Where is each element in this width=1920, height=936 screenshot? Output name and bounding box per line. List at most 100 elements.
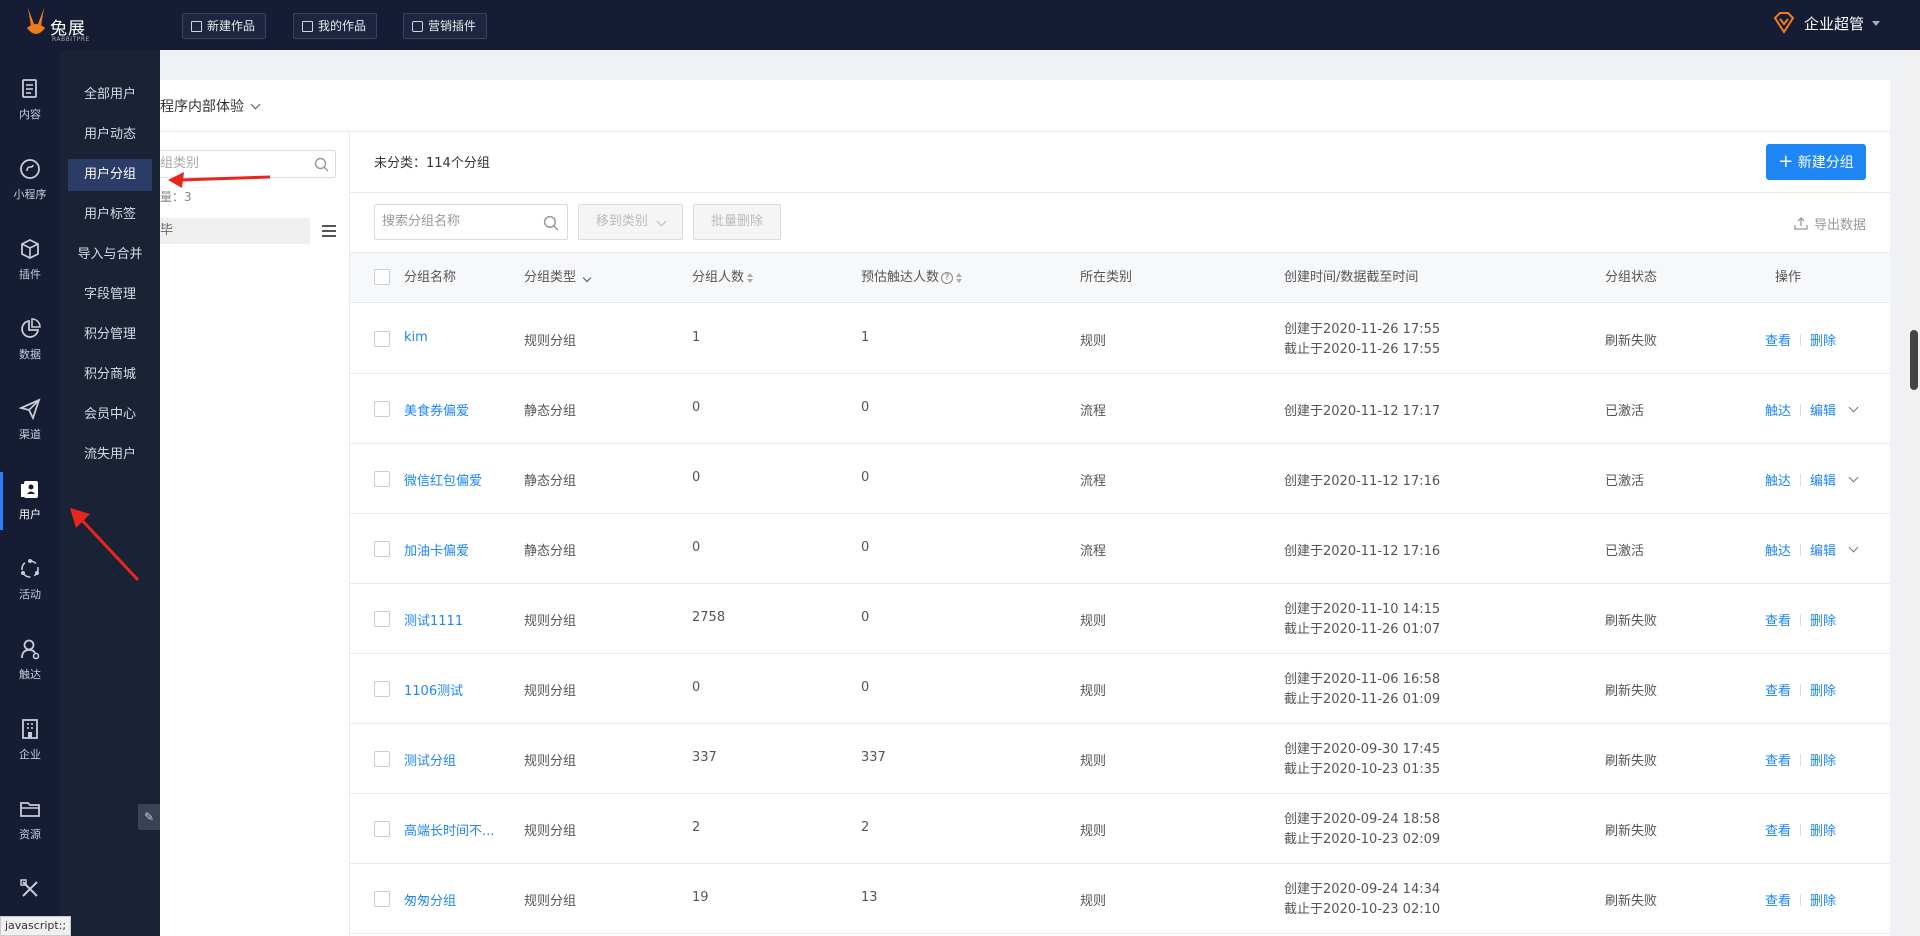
submenu-user-groups[interactable]: 用户分组 <box>68 159 152 191</box>
row-checkbox[interactable] <box>374 821 390 837</box>
view-link[interactable]: 查看 <box>1765 610 1791 629</box>
row-checkbox[interactable] <box>374 401 390 417</box>
view-link[interactable]: 查看 <box>1765 330 1791 349</box>
table-row: 测试1111 规则分组 2758 0 规则 创建于2020-11-10 14:1… <box>350 584 1890 654</box>
th-reach[interactable]: 预估触达人数? <box>861 253 963 303</box>
group-name-link[interactable]: 1106测试 <box>404 680 463 699</box>
group-time: 创建于2020-09-30 17:45 截止于2020-10-23 01:35 <box>1284 740 1440 780</box>
view-link[interactable]: 查看 <box>1765 820 1791 839</box>
group-name-link[interactable]: 高端长时间不... <box>404 820 494 839</box>
search-icon <box>543 215 559 231</box>
miniapp-selector[interactable]: 程序内部体验 <box>160 96 261 116</box>
batch-delete-button[interactable]: 批量删除 <box>693 204 781 240</box>
brand-logo[interactable]: 兔展 RABBITPRE <box>22 6 92 44</box>
row-checkbox[interactable] <box>374 471 390 487</box>
marketing-plugin-button[interactable]: 营销插件 <box>403 13 488 39</box>
scrollbar-thumb[interactable] <box>1910 330 1918 390</box>
nav-plugin-label: 插件 <box>19 268 41 281</box>
row-checkbox[interactable] <box>374 331 390 347</box>
chevron-down-icon[interactable] <box>1848 472 1859 483</box>
group-time: 创建于2020-11-10 14:15 截止于2020-11-26 01:07 <box>1284 600 1440 640</box>
nav-user[interactable]: 用户 <box>0 466 60 546</box>
user-menu[interactable]: 企业超管 <box>1772 12 1880 34</box>
nav-enterprise[interactable]: 企业 <box>0 706 60 786</box>
select-all-checkbox[interactable] <box>374 269 390 285</box>
row-checkbox[interactable] <box>374 751 390 767</box>
row-checkbox[interactable] <box>374 681 390 697</box>
edit-link[interactable]: 编辑 <box>1810 540 1836 559</box>
category-item[interactable]: 毕 <box>160 218 310 244</box>
nav-miniprogram-label: 小程序 <box>13 188 47 201</box>
brand-sub: RABBITPRE <box>52 36 90 43</box>
group-status: 刷新失败 <box>1605 334 1658 349</box>
move-to-category-button[interactable]: 移到类别 <box>578 204 683 240</box>
th-count[interactable]: 分组人数 <box>692 253 754 303</box>
th-type[interactable]: 分组类型 <box>524 253 592 303</box>
row-checkbox[interactable] <box>374 541 390 557</box>
group-status: 刷新失败 <box>1605 894 1658 909</box>
nav-reach[interactable]: 触达 <box>0 626 60 706</box>
nav-activity[interactable]: 活动 <box>0 546 60 626</box>
reach-link[interactable]: 触达 <box>1765 400 1791 419</box>
submenu-churned-users[interactable]: 流失用户 <box>68 439 152 471</box>
edit-link[interactable]: 编辑 <box>1810 400 1836 419</box>
created-time: 创建于2020-11-12 17:16 <box>1284 544 1441 559</box>
group-category: 流程 <box>1080 544 1107 559</box>
delete-link[interactable]: 删除 <box>1810 750 1836 769</box>
submenu-points-mall[interactable]: 积分商城 <box>68 359 152 391</box>
delete-link[interactable]: 删除 <box>1810 680 1836 699</box>
main-nav-rail: 内容 小程序 插件 数据 渠道 用户 活动 触达 企业 资源 <box>0 50 60 936</box>
row-actions: 触达 编辑 <box>1765 540 1859 559</box>
group-name-link[interactable]: 美食券偏爱 <box>404 400 469 419</box>
submenu-import-merge[interactable]: 导入与合并 <box>68 239 152 271</box>
submenu-user-tags[interactable]: 用户标签 <box>68 199 152 231</box>
delete-link[interactable]: 删除 <box>1810 890 1836 909</box>
reach-link[interactable]: 触达 <box>1765 470 1791 489</box>
delete-link[interactable]: 删除 <box>1810 330 1836 349</box>
nav-channel[interactable]: 渠道 <box>0 386 60 466</box>
nav-plugin[interactable]: 插件 <box>0 226 60 306</box>
group-search-input[interactable]: 搜索分组名称 <box>374 204 568 240</box>
my-works-button[interactable]: 我的作品 <box>293 13 378 39</box>
group-status: 刷新失败 <box>1605 754 1658 769</box>
nav-miniprogram[interactable]: 小程序 <box>0 146 60 226</box>
delete-link[interactable]: 删除 <box>1810 820 1836 839</box>
reach-link[interactable]: 触达 <box>1765 540 1791 559</box>
page-scrollbar[interactable] <box>1908 50 1920 936</box>
created-time: 创建于2020-09-24 18:58 <box>1284 812 1441 827</box>
group-name-link[interactable]: 微信红包偏爱 <box>404 470 482 489</box>
help-icon[interactable]: ? <box>941 271 954 284</box>
menu-icon[interactable] <box>322 225 336 240</box>
group-name-link[interactable]: 测试1111 <box>404 610 463 629</box>
nav-data[interactable]: 数据 <box>0 306 60 386</box>
row-checkbox[interactable] <box>374 611 390 627</box>
row-actions: 查看 删除 <box>1765 820 1836 839</box>
submenu-member-center[interactable]: 会员中心 <box>68 399 152 431</box>
new-work-button[interactable]: 新建作品 <box>182 13 267 39</box>
created-time: 创建于2020-11-12 17:16 <box>1284 474 1441 489</box>
submenu-user-activity[interactable]: 用户动态 <box>68 119 152 151</box>
new-group-button[interactable]: + 新建分组 <box>1766 144 1866 180</box>
submenu-field-management[interactable]: 字段管理 <box>68 279 152 311</box>
view-link[interactable]: 查看 <box>1765 680 1791 699</box>
chevron-down-icon[interactable] <box>1848 542 1859 553</box>
submenu-points-management[interactable]: 积分管理 <box>68 319 152 351</box>
row-checkbox[interactable] <box>374 891 390 907</box>
group-name-link[interactable]: 加油卡偏爱 <box>404 540 469 559</box>
nav-resource[interactable]: 资源 <box>0 786 60 866</box>
edit-link[interactable]: 编辑 <box>1810 470 1836 489</box>
group-name-link[interactable]: kim <box>404 330 428 345</box>
view-link[interactable]: 查看 <box>1765 750 1791 769</box>
nav-content[interactable]: 内容 <box>0 66 60 146</box>
cube-icon <box>21 238 39 260</box>
upload-icon <box>1794 217 1808 230</box>
pin-icon[interactable]: ✎ <box>138 804 160 830</box>
view-link[interactable]: 查看 <box>1765 890 1791 909</box>
diamond-badge-icon <box>1773 12 1795 34</box>
group-name-link[interactable]: 测试分组 <box>404 750 456 769</box>
export-data-button[interactable]: 导出数据 <box>1794 214 1866 233</box>
delete-link[interactable]: 删除 <box>1810 610 1836 629</box>
submenu-all-users[interactable]: 全部用户 <box>68 79 152 111</box>
group-name-link[interactable]: 匆匆分组 <box>404 890 456 909</box>
chevron-down-icon[interactable] <box>1848 402 1859 413</box>
